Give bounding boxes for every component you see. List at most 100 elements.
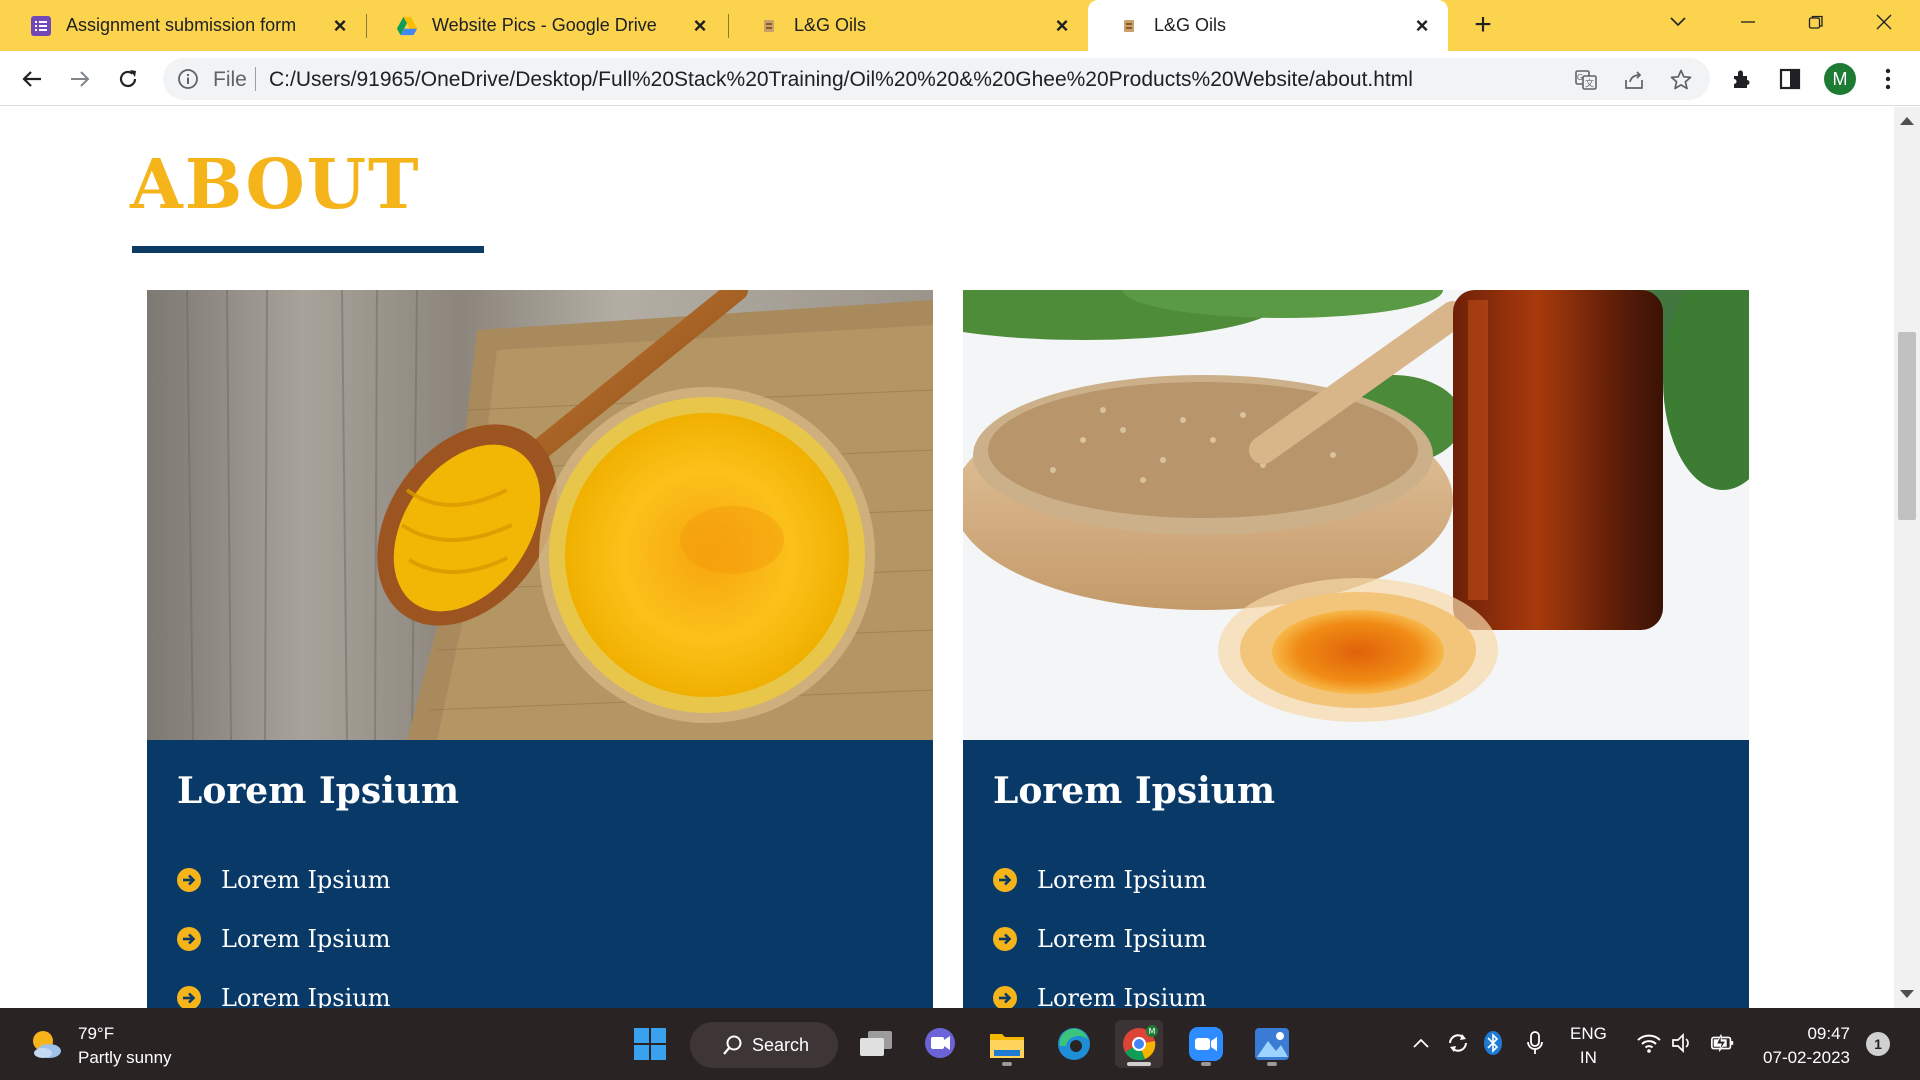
site-icon [1118, 15, 1140, 37]
teams-chat-icon[interactable] [916, 1020, 964, 1068]
task-view-icon[interactable] [852, 1020, 900, 1068]
svg-text:G: G [1577, 73, 1583, 82]
language-code: ENG [1570, 1024, 1607, 1043]
scrollbar-thumb[interactable] [1898, 332, 1916, 520]
list-item-label: Lorem Ipsium [221, 924, 391, 953]
list-item-label: Lorem Ipsium [1037, 983, 1207, 1009]
translate-icon[interactable]: 文G [1573, 67, 1599, 93]
browser-toolbar: File C:/Users/91965/OneDrive/Desktop/Ful… [0, 51, 1920, 106]
close-tab-icon[interactable]: × [688, 14, 712, 38]
weather-condition: Partly sunny [78, 1048, 172, 1067]
close-tab-icon[interactable]: × [1050, 14, 1074, 38]
search-label: Search [752, 1034, 810, 1055]
sesame-oil-image [963, 290, 1749, 740]
minimize-button[interactable] [1718, 0, 1778, 44]
input-language-indicator[interactable]: ENG IN [1570, 1022, 1607, 1070]
list-item-label: Lorem Ipsium [1037, 924, 1207, 953]
list-item-label: Lorem Ipsium [221, 865, 391, 894]
chrome-browser-icon[interactable]: M [1115, 1020, 1163, 1068]
vertical-scrollbar[interactable] [1894, 107, 1920, 1008]
tab-title: L&G Oils [794, 15, 867, 35]
about-card-ghee: Lorem Ipsium Lorem Ipsium Lorem Ipsium L… [147, 290, 933, 1008]
partly-sunny-icon [28, 1026, 64, 1067]
side-panel-icon[interactable] [1776, 65, 1804, 93]
system-clock[interactable]: 09:47 07-02-2023 [1754, 1022, 1850, 1070]
list-item: Lorem Ipsium [993, 968, 1207, 1008]
arrow-circle-icon [993, 867, 1017, 892]
scheme-label: File [213, 68, 247, 91]
search-icon [722, 1034, 744, 1061]
page-viewport: ABOUT Lorem Ipsium Lorem Ipsium Lorem Ip… [0, 107, 1894, 1008]
forms-icon [30, 15, 52, 37]
volume-icon[interactable] [1670, 1030, 1696, 1056]
arrow-circle-icon [993, 985, 1017, 1008]
tab-title: Website Pics - Google Drive [432, 15, 657, 35]
address-divider [255, 67, 256, 91]
site-icon [758, 15, 780, 37]
list-item: Lorem Ipsium [993, 850, 1207, 909]
list-item: Lorem Ipsium [177, 909, 391, 968]
tab-lg-oils[interactable]: L&G Oils × [728, 0, 1088, 51]
bookmark-star-icon[interactable] [1668, 67, 1694, 93]
region-code: IN [1579, 1048, 1597, 1067]
extensions-icon[interactable] [1728, 65, 1756, 93]
battery-charging-icon[interactable] [1710, 1030, 1736, 1056]
wifi-icon[interactable] [1636, 1030, 1662, 1056]
reload-button[interactable] [110, 61, 146, 97]
onedrive-sync-icon[interactable] [1445, 1030, 1471, 1056]
new-tab-button[interactable]: + [1466, 9, 1500, 43]
close-window-button[interactable] [1854, 0, 1914, 44]
site-info-icon[interactable] [177, 68, 199, 90]
list-item: Lorem Ipsium [993, 909, 1207, 968]
clock-time: 09:47 [1807, 1024, 1850, 1043]
title-underline [132, 246, 484, 253]
tab-strip: Assignment submission form × Website Pic… [0, 0, 1920, 51]
running-indicator [1127, 1062, 1151, 1066]
page-title: ABOUT [130, 145, 421, 225]
tab-search-chevron-icon[interactable] [1648, 0, 1708, 44]
tab-title: L&G Oils [1154, 15, 1227, 35]
forward-button[interactable] [62, 61, 98, 97]
edge-browser-icon[interactable] [1050, 1020, 1098, 1068]
running-indicator [1002, 1062, 1012, 1066]
notification-count-badge[interactable]: 1 [1866, 1032, 1890, 1056]
scroll-down-arrow-icon[interactable] [1900, 990, 1914, 998]
file-explorer-icon[interactable] [983, 1020, 1031, 1068]
show-hidden-icons-chevron-icon[interactable] [1408, 1030, 1434, 1056]
zoom-app-icon[interactable] [1182, 1020, 1230, 1068]
clock-date: 07-02-2023 [1763, 1048, 1850, 1067]
weather-widget[interactable]: 79°F Partly sunny [28, 1022, 172, 1070]
microphone-icon[interactable] [1522, 1030, 1548, 1056]
tab-google-drive[interactable]: Website Pics - Google Drive × [366, 0, 726, 51]
arrow-circle-icon [177, 985, 201, 1008]
close-tab-icon[interactable]: × [328, 14, 352, 38]
scroll-up-arrow-icon[interactable] [1900, 117, 1914, 125]
card-feature-list: Lorem Ipsium Lorem Ipsium Lorem Ipsium [177, 850, 391, 1008]
card-title: Lorem Ipsium [993, 770, 1276, 812]
bluetooth-icon[interactable] [1480, 1030, 1506, 1056]
menu-kebab-icon[interactable] [1874, 65, 1902, 93]
tab-lg-oils-active[interactable]: L&G Oils × [1088, 0, 1448, 51]
card-feature-list: Lorem Ipsium Lorem Ipsium Lorem Ipsium [993, 850, 1207, 1008]
back-button[interactable] [14, 61, 50, 97]
card-title: Lorem Ipsium [177, 770, 460, 812]
photos-app-icon[interactable] [1248, 1020, 1296, 1068]
restore-button[interactable] [1786, 0, 1846, 44]
url-text[interactable]: C:/Users/91965/OneDrive/Desktop/Full%20S… [269, 68, 1413, 92]
arrow-circle-icon [177, 867, 201, 892]
arrow-circle-icon [993, 926, 1017, 951]
address-bar[interactable]: File C:/Users/91965/OneDrive/Desktop/Ful… [163, 58, 1710, 100]
weather-temperature: 79°F [78, 1024, 115, 1043]
list-item: Lorem Ipsium [177, 850, 391, 909]
ghee-image [147, 290, 933, 740]
taskbar-search[interactable]: Search [690, 1022, 838, 1068]
svg-text:M: M [1149, 1027, 1156, 1036]
list-item-label: Lorem Ipsium [221, 983, 391, 1009]
windows-start-icon[interactable] [626, 1020, 674, 1068]
profile-avatar[interactable]: M [1824, 63, 1856, 95]
windows-taskbar: 79°F Partly sunny Search M ENG IN 09:47 … [0, 1008, 1920, 1080]
tab-assignment-form[interactable]: Assignment submission form × [0, 0, 366, 51]
share-icon[interactable] [1621, 67, 1647, 93]
close-tab-icon[interactable]: × [1410, 14, 1434, 38]
tab-title: Assignment submission form [66, 15, 297, 35]
